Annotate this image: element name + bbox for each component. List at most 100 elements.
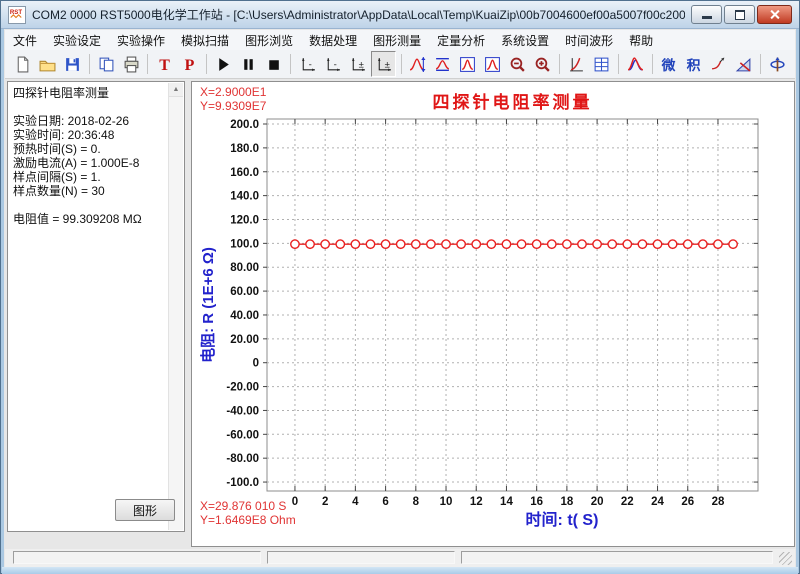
data-point [397, 240, 405, 248]
peak-hlines-icon[interactable] [431, 52, 454, 76]
menu-item-experiment-operation[interactable]: 实验操作 [109, 30, 173, 51]
axes-minus-b-icon[interactable]: - [321, 52, 344, 76]
print-icon[interactable] [120, 52, 143, 76]
toolbar-separator [618, 54, 619, 74]
peak-box-icon[interactable] [456, 52, 479, 76]
y-tick-label: -20.00 [226, 382, 259, 394]
double-peak-icon[interactable] [624, 52, 647, 76]
info-line: 样点数量(N) = 30 [13, 184, 169, 198]
scroll-up-icon[interactable]: ▲ [169, 83, 183, 97]
data-point [578, 240, 586, 248]
menu-item-time-waveform[interactable]: 时间波形 [557, 30, 621, 51]
window-title: COM2 0000 RST5000电化学工作站 - [C:\Users\Admi… [32, 6, 685, 23]
data-table-icon[interactable] [590, 52, 613, 76]
info-line: 预热时间(S) = 0. [13, 142, 169, 156]
text-t-icon[interactable]: T [153, 52, 176, 76]
save-icon[interactable] [61, 52, 84, 76]
menu-item-graph-measurement[interactable]: 图形测量 [365, 30, 429, 51]
resize-grip[interactable] [779, 552, 792, 565]
run-icon[interactable] [212, 52, 235, 76]
svg-text:微: 微 [661, 56, 676, 72]
pause-icon[interactable] [237, 52, 260, 76]
text-p-icon[interactable]: P [178, 52, 201, 76]
y-tick-label: 200.0 [230, 119, 259, 131]
y-tick-label: 100.0 [230, 238, 259, 250]
cursor-y-value-bottom: Y=1.6469E8 Ohm [200, 513, 296, 527]
menu-item-quantitative-analysis[interactable]: 定量分析 [429, 30, 493, 51]
status-panel-1 [13, 551, 261, 564]
data-point [668, 240, 676, 248]
y-tick-label: 140.0 [230, 191, 259, 203]
restore-button[interactable] [724, 5, 755, 24]
stop-icon[interactable] [262, 52, 285, 76]
peak-box-2-icon[interactable] [481, 52, 504, 76]
toolbar-separator [147, 54, 148, 74]
integral-icon[interactable]: 积 [682, 52, 705, 76]
svg-text:T: T [160, 56, 171, 72]
open-file-icon[interactable] [36, 52, 59, 76]
data-point [653, 240, 661, 248]
menu-item-graph-browse[interactable]: 图形浏览 [237, 30, 301, 51]
minimize-icon [702, 16, 712, 19]
menu-item-system-settings[interactable]: 系统设置 [493, 30, 557, 51]
info-scrollbar[interactable]: ▲ [168, 83, 183, 530]
toolbar-separator [89, 54, 90, 74]
menu-item-experiment-setup[interactable]: 实验设定 [45, 30, 109, 51]
data-point [623, 240, 631, 248]
info-line: 实验日期: 2018-02-26 [13, 114, 169, 128]
data-point [563, 240, 571, 248]
info-line: 实验时间: 20:36:48 [13, 128, 169, 142]
menu-item-file[interactable]: 文件 [5, 30, 45, 51]
graph-button[interactable]: 图形 [115, 499, 175, 521]
chart-panel: 200.0180.0160.0140.0120.0100.080.0060.00… [191, 81, 795, 547]
measure-triangle-icon[interactable] [732, 52, 755, 76]
close-button[interactable] [757, 5, 792, 24]
cursor-readout-bottom: X=29.876 010 S Y=1.6469E8 Ohm [200, 499, 296, 527]
minimize-button[interactable] [691, 5, 722, 24]
menu-item-simulated-scan[interactable]: 模拟扫描 [173, 30, 237, 51]
titlebar[interactable]: RST COM2 0000 RST5000电化学工作站 - [C:\Users\… [1, 1, 799, 29]
data-point [381, 240, 389, 248]
data-point [548, 240, 556, 248]
resistance-time-plot[interactable]: 200.0180.0160.0140.0120.0100.080.0060.00… [192, 82, 794, 546]
y-tick-label: 180.0 [230, 143, 259, 155]
copy-icon[interactable] [95, 52, 118, 76]
data-point [714, 240, 722, 248]
toolbar: TP--±±微积 [5, 50, 795, 79]
menu-item-data-processing[interactable]: 数据处理 [301, 30, 365, 51]
data-point [608, 240, 616, 248]
experiment-info-text[interactable]: 四探针电阻率测量 实验日期: 2018-02-26实验时间: 20:36:48预… [8, 82, 169, 531]
data-point [427, 240, 435, 248]
info-line: 激励电流(A) = 1.000E-8 [13, 156, 169, 170]
rotate-3d-icon[interactable] [766, 52, 789, 76]
status-panel-3 [461, 551, 773, 564]
data-point [442, 240, 450, 248]
curve-axes-icon[interactable] [565, 52, 588, 76]
data-point [699, 240, 707, 248]
info-line: 电阻值 = 99.309208 MΩ [13, 212, 169, 226]
axes-minus-a-icon[interactable]: - [296, 52, 319, 76]
menu-item-help[interactable]: 帮助 [621, 30, 661, 51]
differential-icon[interactable]: 微 [657, 52, 680, 76]
data-point [638, 240, 646, 248]
status-bar [5, 549, 795, 567]
axes-plusminus-icon[interactable]: ± [346, 52, 369, 76]
data-point [336, 240, 344, 248]
derivative-curve-icon[interactable] [707, 52, 730, 76]
data-point [532, 240, 540, 248]
zoom-out-icon[interactable] [506, 52, 529, 76]
y-tick-label: -100.0 [226, 477, 259, 489]
y-tick-label: 60.00 [230, 286, 259, 298]
peak-vscale-icon[interactable] [406, 52, 429, 76]
toolbar-separator [290, 54, 291, 74]
status-panel-2 [267, 551, 455, 564]
zoom-in-icon[interactable] [531, 52, 554, 76]
x-tick-label: 4 [352, 496, 359, 508]
axes-plusminus-pressed-icon[interactable]: ± [371, 51, 396, 77]
data-point [306, 240, 314, 248]
info-line: 样点间隔(S) = 1. [13, 170, 169, 184]
svg-text:±: ± [384, 59, 389, 70]
app-window: RST COM2 0000 RST5000电化学工作站 - [C:\Users\… [0, 0, 800, 574]
toolbar-separator [652, 54, 653, 74]
new-file-icon[interactable] [11, 52, 34, 76]
